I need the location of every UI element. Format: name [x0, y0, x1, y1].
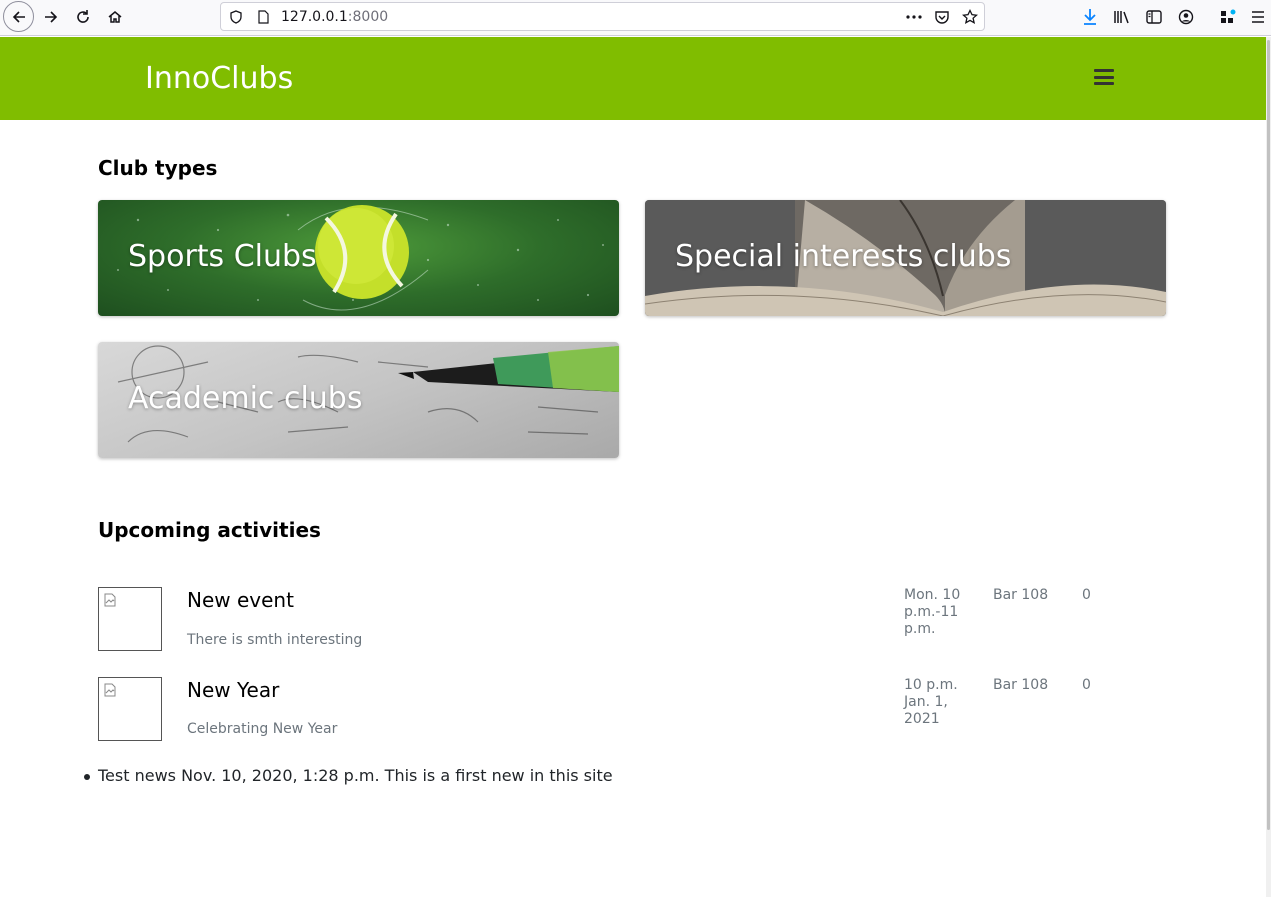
news-item: Test news Nov. 10, 2020, 1:28 p.m. This …: [98, 766, 613, 785]
tracking-shield-icon[interactable]: [227, 8, 245, 26]
sidebar-icon[interactable]: [1144, 7, 1164, 27]
reload-button[interactable]: [67, 2, 99, 32]
club-card-special-interests[interactable]: Special interests clubs: [645, 200, 1166, 316]
news-bullet: [84, 774, 90, 780]
activity-image: [98, 587, 162, 651]
club-card-label: Academic clubs: [128, 381, 363, 416]
broken-image-icon: [104, 683, 116, 697]
club-card-sports[interactable]: Sports Clubs: [98, 200, 619, 316]
url-text[interactable]: 127.0.0.1:8000: [281, 9, 388, 25]
scrollbar-thumb[interactable]: [1267, 40, 1270, 830]
back-button[interactable]: [3, 1, 34, 32]
activity-item[interactable]: New Year Celebrating New Year 10 p.m. Ja…: [98, 677, 1108, 743]
activity-time: 10 p.m. Jan. 1, 2021: [904, 677, 958, 727]
forward-button[interactable]: [35, 2, 67, 32]
broken-image-icon: [104, 593, 116, 607]
download-icon[interactable]: [1080, 7, 1100, 27]
home-icon: [108, 11, 122, 23]
activity-time: Mon. 10 p.m.-11 p.m.: [904, 587, 961, 637]
site-header: InnoClubs: [0, 37, 1266, 120]
home-button[interactable]: [99, 2, 131, 32]
bookmark-star-icon[interactable]: [961, 8, 979, 26]
back-arrow-icon: [12, 10, 25, 23]
reload-icon: [77, 10, 89, 23]
url-port: :8000: [347, 9, 389, 25]
activity-title[interactable]: New event: [187, 588, 294, 612]
page-actions-icon[interactable]: [905, 8, 923, 26]
activity-participant-count: 0: [1082, 677, 1091, 693]
activity-title[interactable]: New Year: [187, 678, 279, 702]
activity-place: Bar 108: [993, 587, 1049, 603]
library-icon[interactable]: [1112, 7, 1132, 27]
browser-toolbar: 127.0.0.1:8000: [0, 0, 1271, 36]
extensions-icon[interactable]: [1218, 7, 1238, 27]
activity-description: Celebrating New Year: [187, 721, 338, 737]
club-card-label: Special interests clubs: [675, 239, 1012, 274]
page-info-icon[interactable]: [254, 8, 272, 26]
club-card-label: Sports Clubs: [128, 239, 317, 274]
club-card-academic[interactable]: Academic clubs: [98, 342, 619, 458]
upcoming-activities-heading: Upcoming activities: [98, 518, 321, 542]
url-bar[interactable]: 127.0.0.1:8000: [220, 2, 985, 31]
pocket-icon[interactable]: [933, 8, 951, 26]
activity-participant-count: 0: [1082, 587, 1091, 603]
hamburger-menu-icon[interactable]: [1094, 69, 1114, 85]
activity-item[interactable]: New event There is smth interesting Mon.…: [98, 587, 1108, 653]
app-menu-icon[interactable]: [1248, 7, 1268, 27]
url-host: 127.0.0.1: [281, 9, 348, 25]
activity-place: Bar 108: [993, 677, 1049, 693]
brand-logo[interactable]: InnoClubs: [145, 61, 293, 96]
activity-image: [98, 677, 162, 741]
account-icon[interactable]: [1176, 7, 1196, 27]
club-types-heading: Club types: [98, 156, 218, 180]
activity-description: There is smth interesting: [187, 632, 363, 648]
forward-arrow-icon: [45, 11, 58, 23]
